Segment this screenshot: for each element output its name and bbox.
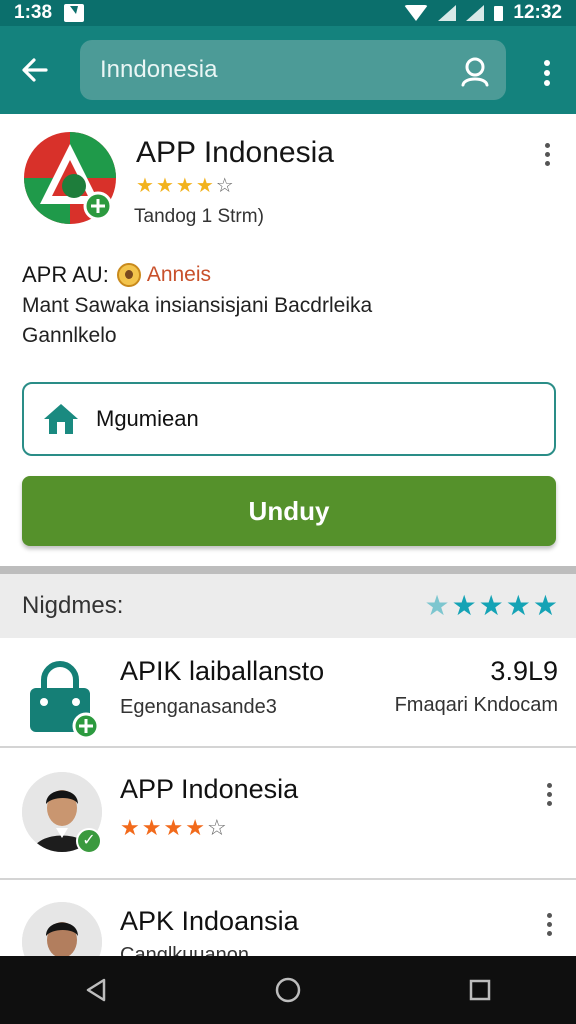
developer-name[interactable]: Anneis xyxy=(147,263,211,287)
search-icon[interactable] xyxy=(458,54,492,88)
status-time-left: 1:38 xyxy=(14,2,53,23)
list-item-value: 3.9L9 xyxy=(490,656,558,686)
list-item-subtitle: Egenganasande3 xyxy=(120,696,277,718)
app-logo-icon xyxy=(24,132,116,224)
search-input[interactable] xyxy=(100,56,440,84)
description-line-2: Gannlkelo xyxy=(22,324,117,347)
star-icon: ★ xyxy=(136,175,154,197)
square-recents-icon xyxy=(469,979,491,1001)
developer-avatar-icon xyxy=(116,263,141,287)
back-button[interactable] xyxy=(0,26,70,114)
list-item[interactable]: ✓ APP Indonesia ★ ★ ★ ★ ☆ xyxy=(0,750,576,880)
flash-notification-icon xyxy=(64,4,85,22)
developer-row: APR AU: Anneis xyxy=(22,262,211,288)
star-outline-icon: ☆ xyxy=(206,815,227,840)
nav-home-button[interactable] xyxy=(268,970,308,1010)
nav-recents-button[interactable] xyxy=(460,970,500,1010)
app-rating-stars: ★ ★ ★ ★ ☆ xyxy=(136,174,234,198)
star-icon: ★ xyxy=(424,590,450,621)
star-icon: ★ xyxy=(195,175,214,197)
status-time-right: 12:32 xyxy=(513,2,562,23)
status-bar: 1:38 12:32 xyxy=(0,0,576,26)
signal-icon xyxy=(438,5,457,21)
list-item-rating-stars: ★ ★ ★ ★ ☆ xyxy=(120,816,227,840)
more-vert-icon[interactable] xyxy=(534,140,560,170)
app-title: APP Indonesia xyxy=(136,136,334,169)
star-icon: ★ xyxy=(451,590,477,621)
app-card: APP Indonesia ★ ★ ★ ★ ☆ Tandog 1 Strm) A… xyxy=(0,114,576,568)
triangle-back-icon xyxy=(86,978,106,1002)
list-item[interactable]: APK Indoansia Canglkuuanon xyxy=(0,882,576,962)
more-vert-icon[interactable] xyxy=(536,780,562,810)
system-nav-bar xyxy=(0,956,576,1024)
nav-back-button[interactable] xyxy=(76,970,116,1010)
arrow-left-icon xyxy=(22,58,48,82)
person-avatar-icon xyxy=(22,902,102,962)
list-item-title: APP Indonesia xyxy=(120,774,299,804)
home-icon xyxy=(44,404,78,434)
app-bar xyxy=(0,26,576,114)
list-item-title: APK Indoansia xyxy=(120,906,299,936)
description-line-1: Mant Sawaka insiansisjani Bacdrleika xyxy=(22,294,373,317)
wifi-icon xyxy=(404,5,429,21)
section-header: Nigdmes: ★ ★ ★ ★ ★ xyxy=(0,574,576,638)
download-button[interactable]: Unduy xyxy=(22,476,556,546)
section-title: Nigdmes: xyxy=(22,592,124,619)
star-icon: ★ xyxy=(120,815,140,840)
star-outline-icon: ☆ xyxy=(215,175,234,197)
section-divider xyxy=(0,566,576,574)
star-icon: ★ xyxy=(141,815,162,840)
star-icon: ★ xyxy=(163,815,184,840)
more-vert-icon[interactable] xyxy=(530,56,564,90)
home-button[interactable]: Mgumiean xyxy=(22,382,556,456)
list-item-title: APIK laiballansto xyxy=(120,656,325,686)
section-rating-stars: ★ ★ ★ ★ ★ xyxy=(424,590,558,622)
star-icon: ★ xyxy=(532,590,558,621)
verified-check-icon: ✓ xyxy=(76,828,102,854)
star-icon: ★ xyxy=(478,590,504,621)
developer-label: APR AU: xyxy=(22,262,109,287)
list-item[interactable]: APIK laiballansto Egenganasande3 3.9L9 F… xyxy=(0,638,576,748)
battery-icon xyxy=(494,5,504,21)
search-box[interactable] xyxy=(80,40,506,100)
star-icon: ★ xyxy=(185,815,205,840)
list-item-meta: Fmaqari Kndocam xyxy=(394,694,558,716)
more-vert-icon[interactable] xyxy=(536,910,562,940)
home-button-label: Mgumiean xyxy=(96,406,199,431)
app-subtitle: Tandog 1 Strm) xyxy=(134,206,264,227)
shopping-bag-icon xyxy=(30,661,100,740)
avatar xyxy=(22,902,102,962)
star-icon: ★ xyxy=(155,175,174,197)
star-icon: ★ xyxy=(175,175,194,197)
signal-icon-2 xyxy=(466,5,485,21)
circle-home-icon xyxy=(275,977,301,1003)
star-icon: ★ xyxy=(505,590,531,621)
